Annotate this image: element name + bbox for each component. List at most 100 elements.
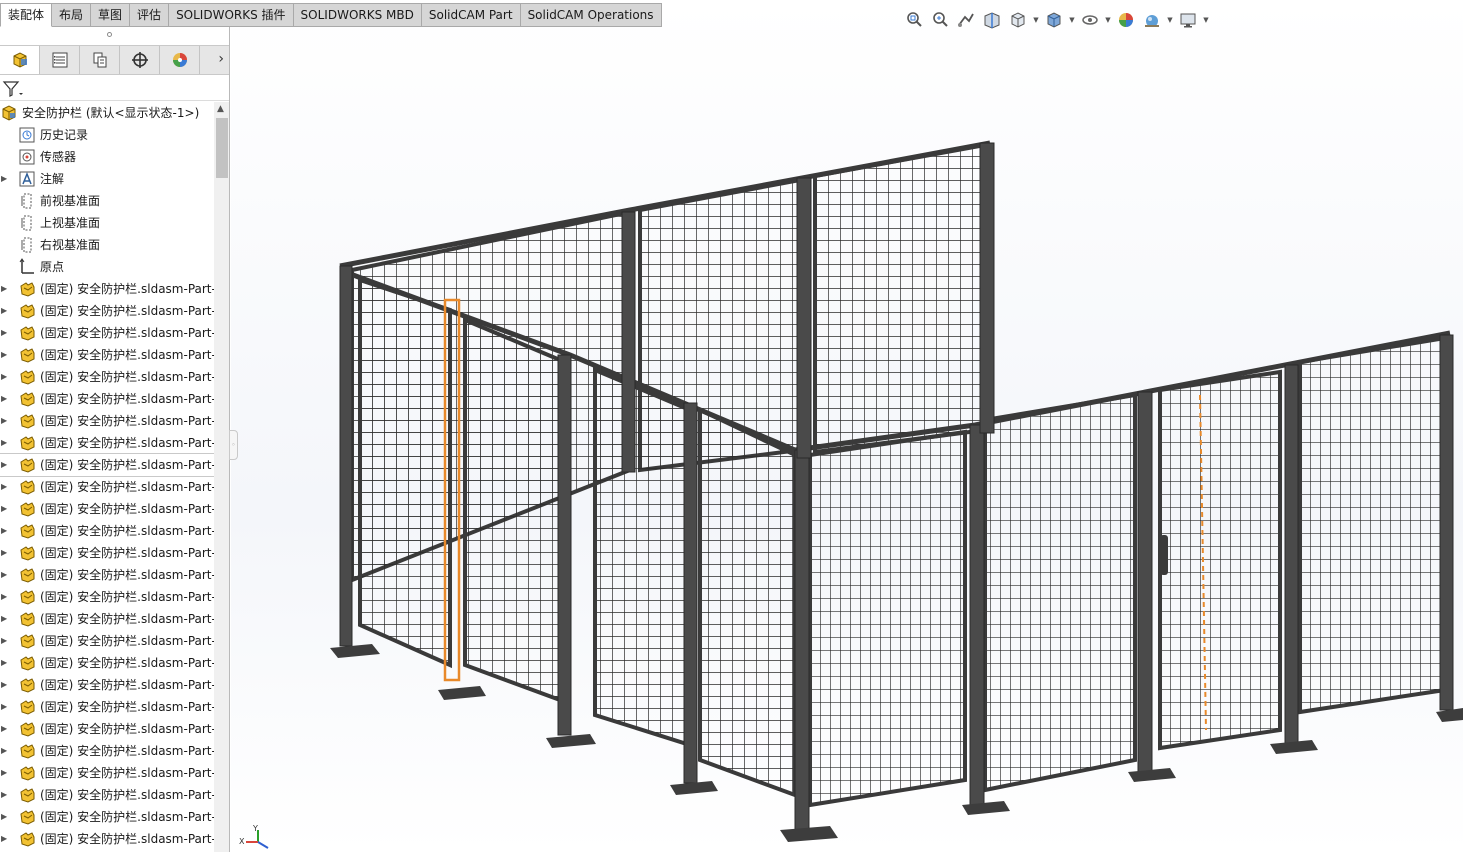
expand-arrow-icon[interactable]: ▶ (1, 322, 9, 344)
tab-2[interactable]: 草图 (91, 3, 131, 27)
tree-item-2[interactable]: ▶ 注解 (0, 168, 214, 190)
tree-part-component[interactable]: ▶ (固定) 安全防护栏.sldasm-Part- (0, 630, 214, 652)
tree-item-6[interactable]: 原点 (0, 256, 214, 278)
hide-show-dropdown-icon[interactable]: ▼ (1104, 16, 1112, 24)
tree-part-component[interactable]: ▶ (固定) 安全防护栏.sldasm-Part- (0, 762, 214, 784)
expand-arrow-icon[interactable]: ▶ (1, 278, 9, 300)
property-manager-icon[interactable] (40, 46, 80, 74)
filter-icon[interactable] (2, 80, 24, 98)
view-orientation-icon[interactable] (1006, 8, 1030, 32)
edit-appearance-icon[interactable] (1114, 8, 1138, 32)
expand-arrow-icon[interactable]: ▶ (1, 520, 9, 542)
expand-arrow-icon[interactable]: ▶ (1, 168, 9, 190)
tab-0[interactable]: 装配体 (0, 3, 53, 27)
expand-arrow-icon[interactable]: ▶ (1, 542, 9, 564)
tree-part-component[interactable]: ▶ (固定) 安全防护栏.sldasm-Part- (0, 608, 214, 630)
expand-arrow-icon[interactable]: ▶ (1, 454, 9, 476)
tree-part-component[interactable]: ▶ (固定) 安全防护栏.sldasm-Part- (0, 366, 214, 388)
expand-arrow-icon[interactable]: ▶ (1, 806, 9, 828)
tree-part-component[interactable]: ▶ (固定) 安全防护栏.sldasm-Part- (0, 784, 214, 806)
tree-part-component[interactable]: ▶ (固定) 安全防护栏.sldasm-Part- (0, 322, 214, 344)
display-style-dropdown-icon[interactable]: ▼ (1068, 16, 1076, 24)
tree-item-5[interactable]: 右视基准面 (0, 234, 214, 256)
tree-part-component[interactable]: ▶ (固定) 安全防护栏.sldasm-Part- (0, 344, 214, 366)
expand-arrow-icon[interactable]: ▶ (1, 762, 9, 784)
tree-part-component[interactable]: ▶ (固定) 安全防护栏.sldasm-Part- (0, 542, 214, 564)
expand-arrow-icon[interactable]: ▶ (1, 828, 9, 850)
tree-part-component[interactable]: ▶ (固定) 安全防护栏.sldasm-Part- (0, 564, 214, 586)
panel-collapse-handle[interactable]: ◦ (229, 430, 238, 460)
tree-part-component[interactable]: ▶ (固定) 安全防护栏.sldasm-Part- (0, 674, 214, 696)
part-icon (18, 764, 36, 782)
tree-item-0[interactable]: 历史记录 (0, 124, 214, 146)
dimxpert-manager-icon[interactable] (120, 46, 160, 74)
tree-part-component[interactable]: ▶ (固定) 安全防护栏.sldasm-Part- (0, 696, 214, 718)
tab-6[interactable]: SolidCAM Part (421, 3, 521, 27)
feature-manager-icon[interactable] (0, 46, 40, 74)
tree-part-component[interactable]: ▶ (固定) 安全防护栏.sldasm-Part- (0, 520, 214, 542)
tree-root-assembly[interactable]: 安全防护栏 (默认<显示状态-1>) (0, 102, 214, 124)
graphics-area[interactable] (231, 0, 1463, 852)
expand-arrow-icon[interactable]: ▶ (1, 410, 9, 432)
apply-scene-icon[interactable] (1140, 8, 1164, 32)
expand-arrow-icon[interactable]: ▶ (1, 674, 9, 696)
expand-arrow-icon[interactable]: ▶ (1, 586, 9, 608)
tree-part-component[interactable]: ▶ (固定) 安全防护栏.sldasm-Part- (0, 278, 214, 300)
expand-arrow-icon[interactable]: ▶ (1, 718, 9, 740)
expand-arrow-icon[interactable]: ▶ (1, 300, 9, 322)
expand-arrow-icon[interactable]: ▶ (1, 476, 9, 498)
panel-splitter-handle[interactable] (107, 32, 112, 37)
tree-part-component[interactable]: ▶ (固定) 安全防护栏.sldasm-Part- (0, 828, 214, 850)
expand-arrow-icon[interactable]: ▶ (1, 498, 9, 520)
tree-part-component[interactable]: ▶ (固定) 安全防护栏.sldasm-Part- (0, 432, 214, 454)
expand-arrow-icon[interactable]: ▶ (1, 784, 9, 806)
tree-item-3[interactable]: 前视基准面 (0, 190, 214, 212)
scrollbar-thumb[interactable] (216, 118, 228, 178)
chevron-right-icon[interactable]: › (218, 51, 224, 67)
tree-part-component[interactable]: ▶ (固定) 安全防护栏.sldasm-Part- (0, 652, 214, 674)
hide-show-items-icon[interactable] (1078, 8, 1102, 32)
view-settings-icon[interactable] (1176, 8, 1200, 32)
tree-part-component[interactable]: ▶ (固定) 安全防护栏.sldasm-Part- (0, 806, 214, 828)
tree-part-component[interactable]: ▶ (固定) 安全防护栏.sldasm-Part- (0, 388, 214, 410)
section-view-icon[interactable] (980, 8, 1004, 32)
zoom-to-area-icon[interactable] (928, 8, 952, 32)
tree-part-component[interactable]: ▶ (固定) 安全防护栏.sldasm-Part- (0, 453, 214, 477)
view-settings-dropdown-icon[interactable]: ▼ (1202, 16, 1210, 24)
tree-item-1[interactable]: 传感器 (0, 146, 214, 168)
previous-view-icon[interactable] (954, 8, 978, 32)
tree-part-component[interactable]: ▶ (固定) 安全防护栏.sldasm-Part- (0, 498, 214, 520)
tab-7[interactable]: SolidCAM Operations (520, 3, 662, 27)
configuration-manager-icon[interactable] (80, 46, 120, 74)
tab-1[interactable]: 布局 (52, 3, 92, 27)
tree-part-component[interactable]: ▶ (固定) 安全防护栏.sldasm-Part- (0, 718, 214, 740)
expand-arrow-icon[interactable]: ▶ (1, 432, 9, 454)
tab-3[interactable]: 评估 (130, 3, 170, 27)
tab-5[interactable]: SOLIDWORKS MBD (293, 3, 422, 27)
safety-fence-model[interactable] (231, 0, 1463, 852)
tree-part-component[interactable]: ▶ (固定) 安全防护栏.sldasm-Part- (0, 586, 214, 608)
expand-arrow-icon[interactable]: ▶ (1, 366, 9, 388)
scroll-up-icon[interactable]: ▲ (217, 104, 224, 114)
tree-part-component[interactable]: ▶ (固定) 安全防护栏.sldasm-Part- (0, 300, 214, 322)
tree-item-4[interactable]: 上视基准面 (0, 212, 214, 234)
tree-part-component[interactable]: ▶ (固定) 安全防护栏.sldasm-Part- (0, 476, 214, 498)
tree-part-component[interactable]: ▶ (固定) 安全防护栏.sldasm-Part- (0, 740, 214, 762)
tab-4[interactable]: SOLIDWORKS 插件 (169, 3, 294, 27)
expand-arrow-icon[interactable]: ▶ (1, 630, 9, 652)
expand-arrow-icon[interactable]: ▶ (1, 564, 9, 586)
expand-arrow-icon[interactable]: ▶ (1, 740, 9, 762)
view-orientation-dropdown-icon[interactable]: ▼ (1032, 16, 1040, 24)
expand-arrow-icon[interactable]: ▶ (1, 388, 9, 410)
expand-arrow-icon[interactable]: ▶ (1, 652, 9, 674)
zoom-to-fit-icon[interactable] (902, 8, 926, 32)
expand-arrow-icon[interactable]: ▶ (1, 608, 9, 630)
tree-filter-bar[interactable] (0, 77, 229, 101)
display-manager-icon[interactable] (160, 46, 200, 74)
display-style-icon[interactable] (1042, 8, 1066, 32)
expand-arrow-icon[interactable]: ▶ (1, 696, 9, 718)
expand-arrow-icon[interactable]: ▶ (1, 344, 9, 366)
tree-scrollbar[interactable]: ▲ (214, 102, 229, 852)
apply-scene-dropdown-icon[interactable]: ▼ (1166, 16, 1174, 24)
tree-part-component[interactable]: ▶ (固定) 安全防护栏.sldasm-Part- (0, 410, 214, 432)
